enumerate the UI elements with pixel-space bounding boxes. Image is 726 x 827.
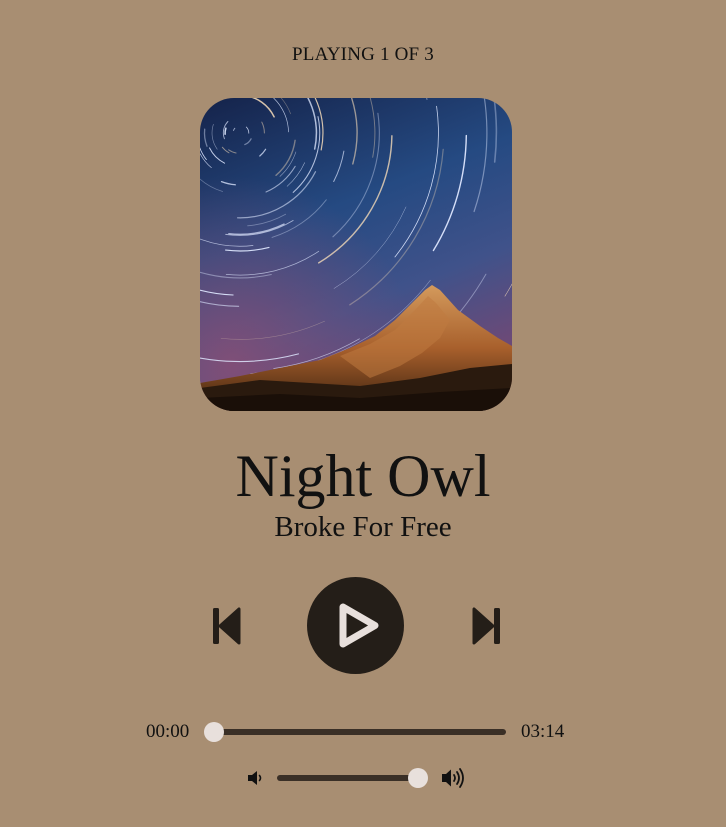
volume-low-icon (248, 771, 262, 785)
volume-low-button[interactable] (246, 769, 264, 787)
skip-forward-icon (472, 607, 500, 645)
progress-slider-thumb[interactable] (204, 722, 224, 742)
track-title: Night Owl (235, 443, 491, 509)
play-button[interactable] (307, 577, 404, 674)
current-time: 00:00 (146, 721, 190, 742)
total-duration: 03:14 (521, 721, 565, 742)
star-trail (224, 127, 227, 135)
next-track-button[interactable] (472, 606, 502, 646)
volume-high-icon (442, 768, 464, 788)
album-artwork (200, 98, 512, 411)
playing-position-label: PLAYING 1 OF 3 (292, 44, 434, 65)
volume-slider[interactable] (277, 768, 428, 788)
track-artist: Broke For Free (274, 511, 452, 543)
play-icon (339, 603, 379, 648)
volume-high-button[interactable] (441, 767, 467, 789)
skip-back-icon (213, 607, 241, 645)
progress-slider[interactable] (204, 722, 506, 742)
star-trails-mountain-image (200, 98, 512, 411)
previous-track-button[interactable] (211, 606, 241, 646)
volume-slider-thumb[interactable] (407, 768, 428, 788)
